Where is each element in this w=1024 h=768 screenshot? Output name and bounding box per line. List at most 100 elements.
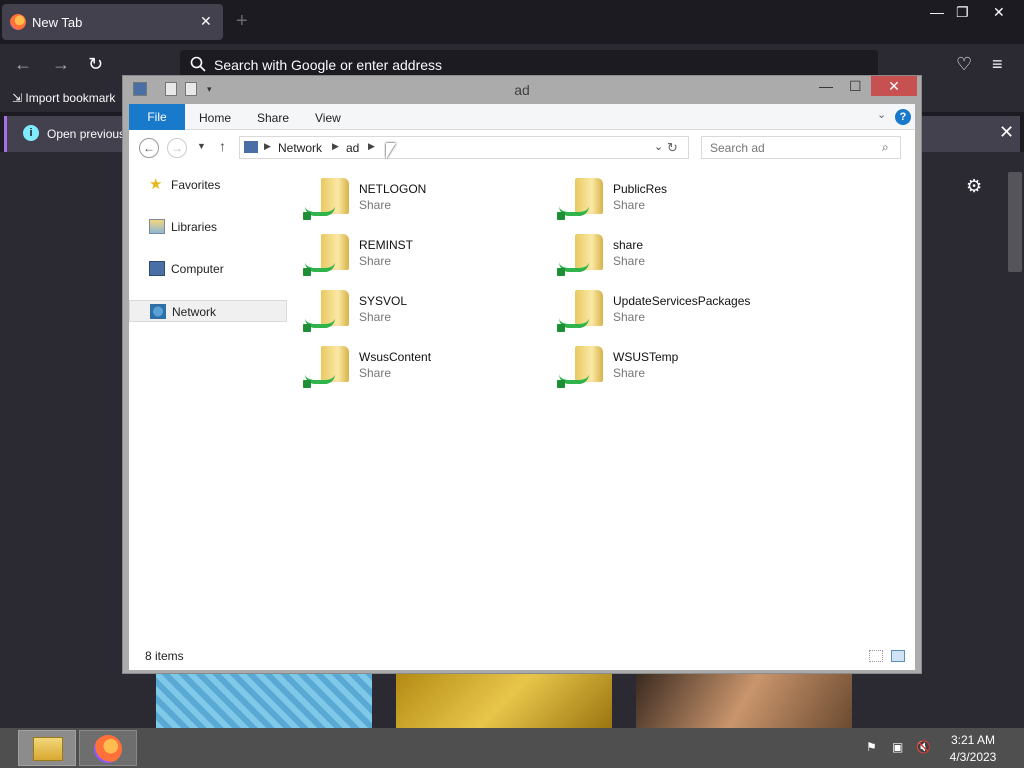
nav-item-favorites[interactable]: ★ Favorites — [129, 174, 287, 196]
back-icon[interactable]: ← — [139, 138, 159, 158]
close-tab-icon[interactable]: ✕ — [200, 13, 212, 30]
import-bookmarks-label: Import bookmark — [25, 91, 116, 105]
share-type: Share — [359, 310, 392, 324]
share-name: NETLOGON — [359, 182, 427, 196]
list-item[interactable]: WSUSTemp Share — [557, 342, 797, 394]
url-placeholder: Search with Google or enter address — [214, 57, 443, 73]
search-input[interactable]: Search ad ⌕ — [701, 136, 901, 159]
address-bar[interactable]: ▶ Network ▶ ad ▶ ⌄ — [239, 136, 689, 159]
network-plug-icon — [557, 268, 565, 276]
list-item[interactable]: PublicRes Share — [557, 174, 797, 226]
search-icon — [190, 56, 206, 72]
network-plug-icon — [557, 380, 565, 388]
computer-icon — [149, 261, 165, 276]
close-notification-icon[interactable]: ✕ — [999, 122, 1014, 143]
libraries-icon — [149, 219, 165, 234]
menu-icon[interactable]: ≡ — [992, 54, 1003, 75]
share-name: PublicRes — [613, 182, 668, 196]
flag-icon[interactable]: ⚑ — [866, 740, 880, 754]
nav-item-label: Computer — [171, 262, 224, 276]
minimize-icon[interactable]: — — [930, 4, 944, 20]
gear-icon[interactable]: ⚙ — [966, 176, 982, 197]
network-status-icon[interactable]: ▣ — [892, 740, 906, 754]
info-icon: i — [23, 125, 39, 141]
close-window-icon[interactable]: ✕ — [993, 4, 1005, 21]
breadcrumb-separator-icon[interactable]: ▶ — [264, 141, 271, 152]
close-icon[interactable]: ✕ — [871, 76, 917, 96]
share-name: SYSVOL — [359, 294, 408, 308]
nav-item-libraries[interactable]: Libraries — [129, 216, 287, 238]
tab-share[interactable]: Share — [257, 111, 289, 125]
import-bookmarks-link[interactable]: ⇲ Import bookmark — [12, 91, 115, 105]
list-item[interactable]: share Share — [557, 230, 797, 282]
maximize-icon[interactable]: ☐ — [849, 78, 862, 95]
share-name: share — [613, 238, 644, 252]
restore-icon[interactable]: ❐ — [956, 4, 969, 21]
list-item[interactable]: REMINST Share — [303, 230, 543, 282]
share-name: UpdateServicesPackages — [613, 294, 751, 308]
star-icon: ★ — [149, 176, 163, 193]
reload-icon[interactable]: ↻ — [88, 54, 103, 75]
forward-icon[interactable]: → — [52, 54, 70, 75]
forward-icon[interactable]: → — [167, 138, 187, 158]
scrollbar-thumb[interactable] — [1008, 172, 1022, 272]
minimize-icon[interactable]: — — [819, 78, 833, 94]
item-count: 8 items — [145, 649, 184, 663]
breadcrumb-separator-icon[interactable]: ▶ — [332, 141, 339, 152]
network-icon — [150, 304, 166, 319]
recent-locations-icon[interactable]: ▼ — [197, 141, 206, 151]
volume-muted-icon[interactable]: 🔇 — [916, 740, 931, 754]
tab-file[interactable]: File — [129, 104, 185, 130]
list-item[interactable]: SYSVOL Share — [303, 286, 543, 338]
new-tab-icon[interactable]: + — [236, 10, 248, 33]
list-item[interactable]: UpdateServicesPackages Share — [557, 286, 797, 338]
story-image[interactable] — [156, 674, 372, 728]
file-explorer-window: ▾ ad — ☐ ✕ File Home Share View ⌄ ? ← → … — [122, 75, 922, 674]
breadcrumb-separator-icon[interactable]: ▶ — [368, 141, 375, 152]
status-bar: 8 items — [129, 644, 915, 670]
breadcrumb-network[interactable]: Network — [278, 141, 322, 155]
firefox-icon — [94, 735, 122, 763]
list-item[interactable]: WsusContent Share — [303, 342, 543, 394]
title-bar[interactable]: ▾ ad — ☐ ✕ — [123, 76, 921, 104]
share-name: REMINST — [359, 238, 413, 252]
share-type: Share — [359, 198, 392, 212]
address-dropdown-icon[interactable]: ⌄ — [654, 140, 663, 153]
up-icon[interactable]: ↑ — [219, 138, 226, 154]
network-plug-icon — [303, 268, 311, 276]
pocket-icon[interactable]: ♡ — [956, 54, 972, 75]
back-icon[interactable]: ← — [14, 54, 32, 75]
tab-new-tab[interactable]: New Tab ✕ — [2, 4, 223, 40]
share-type: Share — [359, 254, 392, 268]
share-type: Share — [613, 366, 646, 380]
taskbar-firefox[interactable] — [79, 730, 137, 766]
clock-time[interactable]: 3:21 AM — [944, 733, 1002, 747]
expand-ribbon-icon[interactable]: ⌄ — [877, 108, 886, 121]
clock-date[interactable]: 4/3/2023 — [944, 750, 1002, 764]
share-type: Share — [613, 198, 646, 212]
nav-item-network[interactable]: Network — [129, 300, 287, 322]
mouse-cursor — [386, 143, 396, 159]
list-item[interactable]: NETLOGON Share — [303, 174, 543, 226]
details-view-icon[interactable] — [869, 650, 883, 662]
folder-icon — [33, 737, 63, 761]
nav-item-label: Favorites — [171, 178, 221, 192]
large-icons-view-icon[interactable] — [891, 650, 905, 662]
network-icon — [244, 141, 258, 153]
taskbar-file-explorer[interactable] — [18, 730, 76, 766]
share-type: Share — [359, 366, 392, 380]
breadcrumb-ad[interactable]: ad — [346, 141, 359, 155]
story-image[interactable] — [396, 674, 612, 728]
story-image[interactable] — [636, 674, 852, 728]
tab-view[interactable]: View — [315, 111, 341, 125]
help-icon[interactable]: ? — [895, 109, 911, 125]
network-plug-icon — [557, 324, 565, 332]
tab-home[interactable]: Home — [199, 111, 231, 125]
share-type: Share — [613, 310, 646, 324]
tab-title: New Tab — [32, 15, 83, 30]
nav-item-computer[interactable]: Computer — [129, 258, 287, 280]
network-plug-icon — [303, 212, 311, 220]
search-icon: ⌕ — [882, 140, 889, 154]
refresh-icon[interactable]: ↻ — [667, 140, 678, 156]
network-plug-icon — [303, 324, 311, 332]
